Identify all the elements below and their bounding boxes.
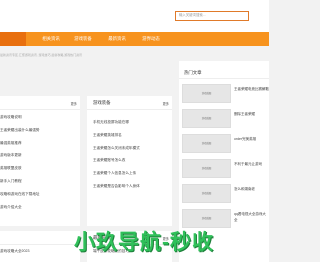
hot-article[interactable]: 游戏截图 删除王者荣耀 — [182, 109, 269, 129]
nav-item-gear[interactable]: 游戏装备 — [66, 32, 100, 46]
page: 输入关键词搜索... 相关资讯 游戏装备 最新资讯 游界动态 最新资讯专区,汇聚… — [0, 0, 269, 262]
more-link[interactable]: 更多 — [163, 101, 169, 106]
hot-article[interactable]: 游戏截图 怎么和湖南老 — [182, 184, 269, 204]
list-item[interactable]: 游戏攻略大全2023 — [0, 245, 76, 258]
list-item[interactable]: 王者荣耀英雄排名 — [93, 129, 168, 142]
list-item[interactable]: 攻略和游戏在线下载地址 — [0, 188, 76, 201]
panel-title: 热门文章 — [184, 70, 202, 75]
article-thumbnail[interactable]: 游戏截图 — [182, 134, 231, 153]
left-article-card: 更多 游戏攻略说明 王者荣耀出装什么最强势 最强英雄推荐 游戏版本更新 英雄联盟… — [0, 96, 80, 226]
site-tagline: 最新资讯专区,汇聚游戏资讯, 游戏技巧,最新攻略,游戏热门资讯 — [0, 53, 83, 57]
list-item[interactable]: 王者荣耀出装什么最强势 — [0, 124, 76, 137]
nav-item-trends[interactable]: 游界动态 — [134, 32, 168, 46]
list-item[interactable]: 手机无线投屏功能在哪 — [93, 116, 168, 129]
nav-item-home[interactable] — [0, 32, 26, 46]
card-title: 游戏装备 — [93, 100, 111, 105]
article-title[interactable]: 怎么和湖南老 — [234, 186, 269, 199]
article-thumbnail[interactable]: 游戏截图 — [182, 109, 231, 128]
panel-header: 热门文章 — [179, 61, 269, 79]
article-thumbnail[interactable]: 游戏截图 — [182, 209, 231, 228]
list-item[interactable]: 游戏版本更新 — [0, 149, 76, 162]
list-item[interactable]: 王者荣耀账号怎么改 — [93, 154, 168, 167]
article-list: 手机无线投屏功能在哪 王者荣耀英雄排名 王者荣耀怎么关闭未成年模式 王者荣耀账号… — [93, 116, 168, 193]
hot-article[interactable]: 游戏截图 不利于最元让游戏 — [182, 159, 269, 179]
list-item[interactable]: 最强英雄推荐 — [0, 137, 76, 150]
list-item[interactable]: 英雄联盟皮肤 — [0, 162, 76, 175]
article-thumbnail[interactable]: 游戏截图 — [182, 84, 231, 103]
article-title[interactable]: qq看电视大全游戏大全 — [234, 211, 269, 224]
hot-article[interactable]: 游戏截图 王者荣耀电竞比赛解散 — [182, 84, 269, 104]
article-title[interactable]: 删除王者荣耀 — [234, 111, 269, 124]
list-item[interactable]: 游戏攻略说明 — [0, 111, 76, 124]
hot-article[interactable]: 游戏截图 order完美英雄 — [182, 134, 269, 154]
list-item[interactable]: 新手入门教程 — [0, 175, 76, 188]
search-input[interactable]: 输入关键词搜索... — [175, 11, 249, 21]
site-header: 输入关键词搜索... — [0, 0, 269, 32]
list-item[interactable]: 游戏介绍大全 — [0, 201, 76, 214]
gear-article-card: 游戏装备 更多 手机无线投屏功能在哪 王者荣耀英雄排名 王者荣耀怎么关闭未成年模… — [87, 96, 172, 226]
bottom-left-card: 游戏攻略大全2023 — [0, 231, 80, 262]
article-thumbnail[interactable]: 游戏截图 — [182, 184, 231, 203]
main-nav: 相关资讯 游戏装备 最新资讯 游界动态 — [0, 32, 269, 46]
list-item[interactable]: 王者荣耀是否会影响个人身体 — [93, 180, 168, 193]
nav-item-news[interactable]: 相关资讯 — [36, 32, 66, 46]
article-title[interactable]: 王者荣耀电竞比赛解散 — [234, 86, 269, 99]
list-item[interactable]: 王者荣耀个人信息怎么上传 — [93, 167, 168, 180]
card-header — [0, 231, 80, 245]
more-link[interactable]: 更多 — [71, 101, 77, 106]
article-thumbnail[interactable]: 游戏截图 — [182, 159, 231, 178]
hot-article[interactable]: 游戏截图 qq看电视大全游戏大全 — [182, 209, 269, 229]
article-title[interactable]: 不利于最元让游戏 — [234, 161, 269, 174]
list-item[interactable]: 王者荣耀怎么关闭未成年模式 — [93, 142, 168, 155]
watermark: 小玖导航-秒收 — [74, 231, 214, 254]
card-header: 更多 — [0, 96, 80, 110]
article-title[interactable]: order完美英雄 — [234, 136, 269, 149]
nav-item-latest[interactable]: 最新资讯 — [100, 32, 134, 46]
article-list: 游戏攻略大全2023 — [0, 245, 76, 258]
article-list: 游戏攻略说明 王者荣耀出装什么最强势 最强英雄推荐 游戏版本更新 英雄联盟皮肤 … — [0, 111, 76, 213]
card-header: 游戏装备 更多 — [87, 96, 172, 110]
